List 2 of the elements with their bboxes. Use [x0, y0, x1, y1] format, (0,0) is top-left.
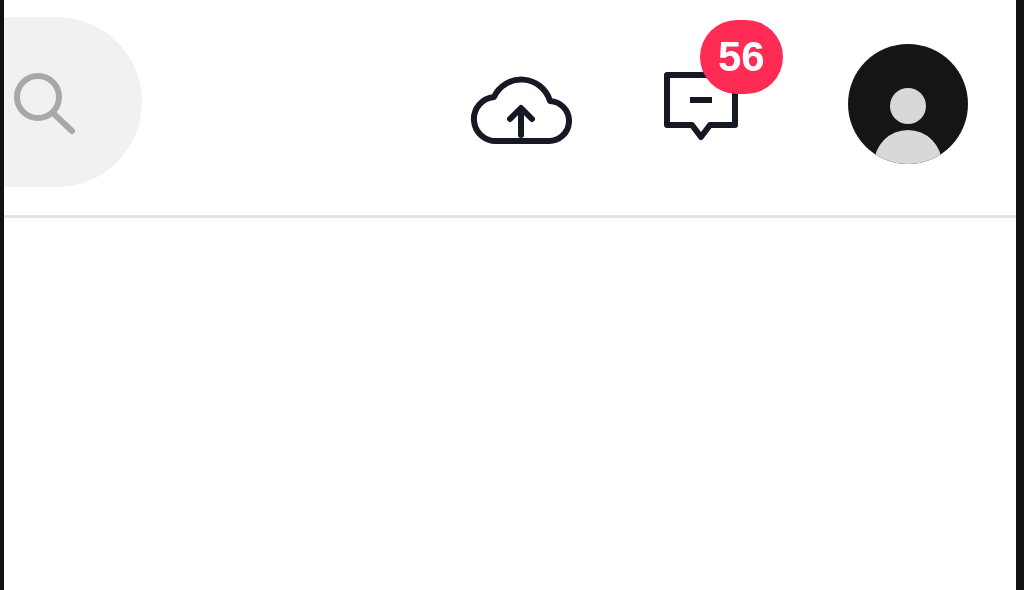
search-field[interactable] — [4, 16, 142, 187]
notification-badge: 56 — [700, 19, 783, 94]
